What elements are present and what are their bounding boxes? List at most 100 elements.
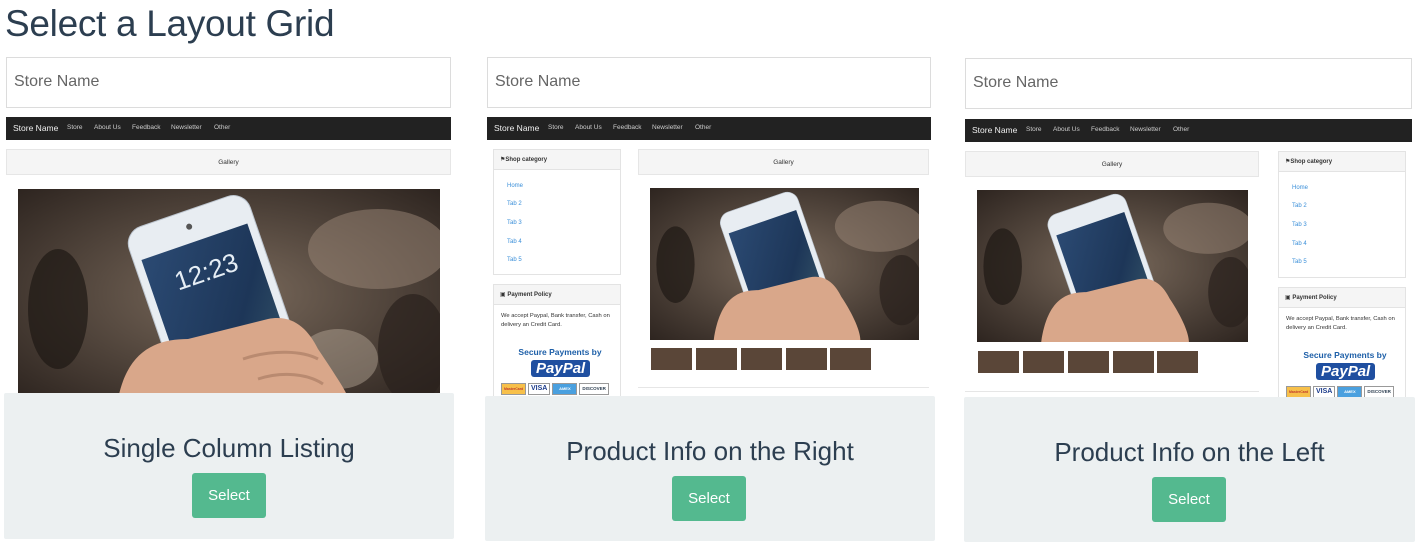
panel-header: ⚑Shop category <box>1279 152 1405 172</box>
gallery-thumb <box>977 350 1020 374</box>
preview-payment-panel: ▣ Payment Policy We accept Paypal, Bank … <box>1278 287 1406 403</box>
layout-title: Product Info on the Left <box>1054 437 1325 467</box>
preview-shop-category-panel: ⚑Shop category Home Tab 2 Tab 3 Tab 4 Ta… <box>1278 151 1406 278</box>
payment-title: ▣ Payment Policy <box>1285 295 1337 301</box>
shop-link-tab2: Tab 2 <box>507 201 522 207</box>
shop-category-title: ⚑Shop category <box>1285 159 1333 165</box>
shop-category-label: Shop category <box>505 157 548 163</box>
payment-text: We accept Paypal, Bank transfer, Cash on… <box>501 313 610 328</box>
paypal-logo: PayPal <box>531 360 591 377</box>
shop-link-home: Home <box>1292 185 1309 191</box>
preview-nav-other: Other <box>1173 126 1190 133</box>
gallery-thumb <box>829 347 872 371</box>
layout-card-footer: Product Info on the Right Select <box>485 396 935 541</box>
select-info-left-button[interactable]: Select <box>1152 477 1226 522</box>
preview-nav-brand: Store Name <box>494 123 540 133</box>
layout-preview: Store Name Store Name Store About Us Fee… <box>485 57 935 402</box>
preview-store-name-box: Store Name <box>965 58 1412 109</box>
shop-link-tab4: Tab 4 <box>507 239 522 245</box>
gallery-thumb <box>1112 350 1155 374</box>
gallery-thumb <box>785 347 828 371</box>
secure-payments-text: Secure Payments by <box>518 347 602 357</box>
preview-gallery-label: Gallery <box>773 159 794 166</box>
preview-store-name-box: Store Name <box>487 57 931 108</box>
payment-label: Payment Policy <box>1292 295 1337 301</box>
preview-nav-other: Other <box>214 124 231 131</box>
layout-preview: Store Name Store Name Store About Us Fee… <box>4 57 454 397</box>
preview-gallery-header: Gallery <box>6 149 451 175</box>
shop-link-tab5: Tab 5 <box>507 257 522 263</box>
preview-nav-store: Store <box>548 124 564 131</box>
secure-payments-text: Secure Payments by <box>1303 350 1387 360</box>
select-single-column-button[interactable]: Select <box>192 473 266 518</box>
preview-gallery-label: Gallery <box>218 159 239 166</box>
layout-preview: Store Name Store Name Store About Us Fee… <box>964 58 1415 403</box>
preview-nav-other: Other <box>695 124 712 131</box>
phone-photo-svg <box>977 190 1248 342</box>
phone-photo <box>650 188 919 340</box>
preview-nav-feedback: Feedback <box>613 124 642 131</box>
phone-photo-svg: 12:23 <box>18 189 440 397</box>
layout-card-footer: Single Column Listing Select <box>4 393 454 539</box>
preview-gallery-header: Gallery <box>638 149 929 175</box>
preview-nav-feedback: Feedback <box>1091 126 1120 133</box>
layout-card-info-left[interactable]: Store Name Store Name Store About Us Fee… <box>964 58 1415 542</box>
layout-title: Single Column Listing <box>103 433 355 463</box>
preview-gallery-label: Gallery <box>1101 161 1123 168</box>
preview-navbar: Store Name Store About Us Feedback Newsl… <box>965 119 1412 142</box>
shop-link-tab4: Tab 4 <box>1292 241 1307 247</box>
gallery-thumb <box>695 347 738 371</box>
shop-link-tab2: Tab 2 <box>1292 203 1307 209</box>
preview-nav-about: About Us <box>575 124 602 131</box>
preview-store-name: Store Name <box>14 73 100 90</box>
preview-nav-about: About Us <box>94 124 121 131</box>
preview-nav-about: About Us <box>1053 126 1080 133</box>
discover-icon: DISCOVER <box>579 383 609 395</box>
layout-title: Product Info on the Right <box>566 436 854 466</box>
payment-label: Payment Policy <box>507 292 552 298</box>
preview-nav-newsletter: Newsletter <box>1130 126 1161 133</box>
layout-card-info-right[interactable]: Store Name Store Name Store About Us Fee… <box>485 57 935 541</box>
preview-store-name-box: Store Name <box>6 57 451 108</box>
preview-nav-feedback: Feedback <box>132 124 161 131</box>
payment-title: ▣ Payment Policy <box>500 292 552 298</box>
shop-link-tab5: Tab 5 <box>1292 259 1307 265</box>
phone-photo <box>977 190 1248 342</box>
shop-category-title: ⚑Shop category <box>500 157 548 163</box>
panel-header: ⚑Shop category <box>494 150 620 170</box>
mastercard-icon: MasterCard <box>501 383 526 395</box>
preview-nav-store: Store <box>67 124 83 131</box>
shop-link-home: Home <box>507 183 524 189</box>
gallery-thumb <box>740 347 783 371</box>
panel-header: ▣ Payment Policy <box>1279 288 1405 308</box>
preview-nav-store: Store <box>1026 126 1042 133</box>
layout-card-footer: Product Info on the Left Select <box>964 397 1415 542</box>
phone-photo: 12:23 <box>18 189 440 397</box>
gallery-thumb <box>1156 350 1199 374</box>
preview-nav-brand: Store Name <box>13 123 59 133</box>
panel-header: ▣ Payment Policy <box>494 285 620 305</box>
page-title: Select a Layout Grid <box>5 3 335 44</box>
preview-nav-newsletter: Newsletter <box>171 124 202 131</box>
preview-navbar: Store Name Store About Us Feedback Newsl… <box>6 117 451 140</box>
amex-icon: AMEX <box>552 383 578 395</box>
select-info-right-button[interactable]: Select <box>672 476 746 521</box>
shop-link-tab3: Tab 3 <box>1292 222 1307 228</box>
preview-shop-category-panel: ⚑Shop category Home Tab 2 Tab 3 Tab 4 Ta… <box>493 149 621 275</box>
preview-gallery-header: Gallery <box>965 151 1259 177</box>
layout-card-single-column[interactable]: Store Name Store Name Store About Us Fee… <box>4 57 454 539</box>
card-logos: MasterCard VISA AMEX DISCOVER <box>501 383 621 396</box>
phone-photo-svg <box>650 188 919 340</box>
gallery-thumb <box>1022 350 1065 374</box>
paypal-logo: PayPal <box>1316 363 1376 380</box>
gallery-thumb <box>1067 350 1110 374</box>
preview-navbar: Store Name Store About Us Feedback Newsl… <box>487 117 931 140</box>
preview-info-box <box>638 387 929 395</box>
payment-text: We accept Paypal, Bank transfer, Cash on… <box>1286 316 1395 331</box>
shop-link-tab3: Tab 3 <box>507 220 522 226</box>
visa-icon: VISA <box>528 383 551 395</box>
shop-category-label: Shop category <box>1290 159 1333 165</box>
gallery-thumb <box>650 347 693 371</box>
preview-store-name: Store Name <box>495 73 581 90</box>
preview-payment-panel: ▣ Payment Policy We accept Paypal, Bank … <box>493 284 621 402</box>
